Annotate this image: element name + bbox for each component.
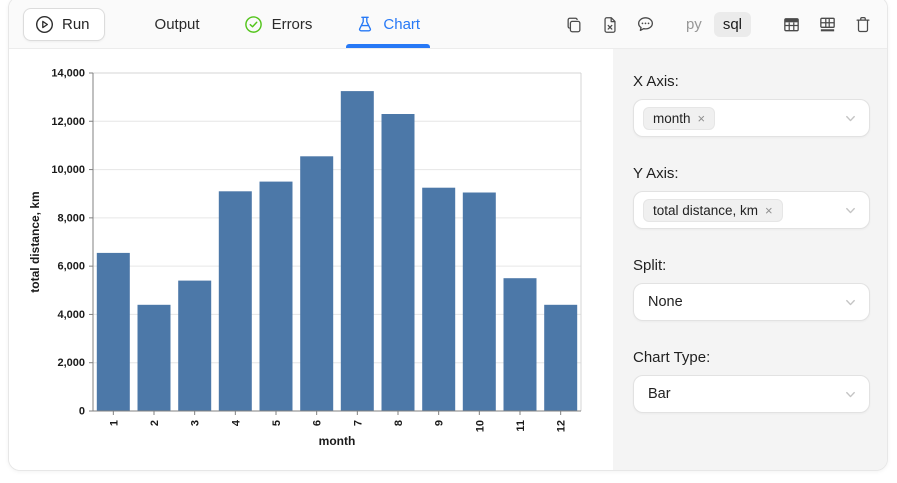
file-export-icon[interactable] [600,15,620,35]
svg-text:3: 3 [190,420,202,426]
split-select[interactable]: None [633,283,870,321]
language-toggle: py sql [678,12,751,37]
x-axis-label: X Axis: [633,73,870,90]
svg-text:5: 5 [271,420,283,426]
x-axis-tag-remove-icon[interactable]: × [698,111,706,126]
x-axis-tag-label: month [653,111,691,126]
tab-output[interactable]: Output [145,1,210,48]
chevron-down-icon [844,204,857,217]
svg-text:14,000: 14,000 [51,68,85,80]
y-axis-tag-remove-icon[interactable]: × [765,203,773,218]
toolbar-right: py sql [548,12,873,37]
svg-text:2,000: 2,000 [57,357,85,369]
tab-output-label: Output [155,16,200,33]
tab-errors-label: Errors [272,16,313,33]
svg-text:total distance, km: total distance, km [28,191,42,292]
tab-chart-label: Chart [383,16,420,33]
play-circle-icon [35,15,54,34]
svg-text:10: 10 [474,420,486,432]
y-axis-tag-label: total distance, km [653,203,758,218]
svg-text:8: 8 [393,420,405,426]
editor-card: Run Output Errors [8,0,888,471]
chart-settings-panel: X Axis: month × Y Axis: total distance, … [613,49,888,470]
svg-text:7: 7 [352,420,364,426]
run-button-label: Run [62,16,90,33]
chevron-down-icon [844,296,857,309]
active-tab-underline [346,44,430,48]
trash-icon[interactable] [853,15,873,35]
chart-region: 0 2,000 4,000 6,000 8,000 10,000 12,000 14,000 1… [9,49,613,470]
y-axis-label: Y Axis: [633,165,870,182]
tab-chart[interactable]: Chart [346,1,430,48]
table-icon[interactable] [781,15,801,35]
y-axis-select[interactable]: total distance, km × [633,191,870,229]
chevron-down-icon [844,388,857,401]
flask-icon [356,15,374,34]
svg-text:9: 9 [434,420,446,426]
chart-type-value: Bar [643,386,671,402]
svg-text:12: 12 [556,420,568,432]
svg-text:10,000: 10,000 [51,164,85,176]
svg-text:month: month [319,434,356,448]
svg-text:4: 4 [230,419,242,426]
table-tools [765,15,873,35]
y-axis-tag: total distance, km × [643,199,783,222]
run-button[interactable]: Run [23,8,105,41]
content-row: 0 2,000 4,000 6,000 8,000 10,000 12,000 14,000 1… [9,49,887,470]
x-axis-select[interactable]: month × [633,99,870,137]
chart-type-select[interactable]: Bar [633,375,870,413]
comment-icon[interactable] [636,15,656,35]
lang-sql-toggle[interactable]: sql [714,12,751,37]
svg-text:8,000: 8,000 [57,212,85,224]
svg-text:6,000: 6,000 [57,261,85,273]
bar-chart: 0 2,000 4,000 6,000 8,000 10,000 12,000 14,000 1… [9,49,613,471]
copy-icon[interactable] [564,15,584,35]
svg-text:4,000: 4,000 [57,309,85,321]
split-label: Split: [633,257,870,274]
svg-text:0: 0 [79,406,85,418]
x-axis-tag: month × [643,107,715,130]
table-footer-icon[interactable] [817,15,837,35]
toolbar: Run Output Errors [9,0,887,49]
chart-type-label: Chart Type: [633,349,870,366]
lang-python-toggle[interactable]: py [678,12,710,37]
chevron-down-icon [844,112,857,125]
svg-text:1: 1 [108,420,120,426]
svg-text:12,000: 12,000 [51,116,85,128]
check-circle-icon [244,15,263,34]
svg-text:11: 11 [515,420,527,432]
tab-errors[interactable]: Errors [234,1,323,48]
svg-text:6: 6 [312,420,324,426]
svg-text:2: 2 [149,420,161,426]
split-value: None [643,294,683,310]
tab-bar: Output Errors [133,1,443,48]
